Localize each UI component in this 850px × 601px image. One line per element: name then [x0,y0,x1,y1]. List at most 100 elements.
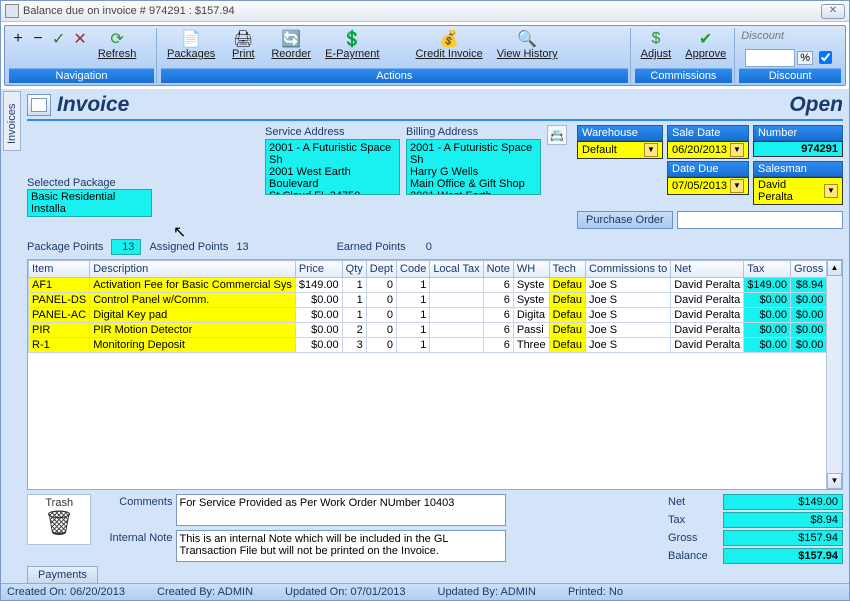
assigned-points-value: 13 [236,241,248,253]
ribbon: + − ✓ ✕ ⟳Refresh Navigation 📄Packages 🖨P… [4,25,846,86]
service-address[interactable]: 2001 - A Futuristic Space Sh 2001 West E… [265,139,400,195]
close-button[interactable]: ✕ [821,4,845,19]
x-icon: ✕ [73,30,86,48]
invoice-status: Open [789,93,843,117]
credit-icon: 💰 [439,30,459,48]
adjust-button[interactable]: $Adjust [635,28,678,62]
address-card-icon[interactable]: 📇 [547,125,567,145]
discount-group-label: Discount [739,68,841,83]
comments-label: Comments [97,494,172,508]
credit-invoice-button[interactable]: 💰Credit Invoice [409,28,488,62]
purchase-order-input[interactable] [677,211,843,229]
net-label: Net [668,496,723,508]
table-row[interactable]: PANEL-ACDigital Key pad$0.001016DigitaDe… [29,308,827,323]
discount-input[interactable] [745,49,795,67]
col-header[interactable]: Price [295,261,342,278]
chevron-down-icon: ▼ [644,143,658,157]
table-row[interactable]: AF1Activation Fee for Basic Commercial S… [29,278,827,293]
earned-points-value: 0 [426,241,432,253]
earned-points-label: Earned Points [337,241,406,253]
app-icon [5,4,19,18]
number-label: Number [753,125,843,141]
reorder-button[interactable]: 🔄Reorder [265,28,317,62]
col-header[interactable]: Item [29,261,90,278]
tax-value: $8.94 [723,512,843,528]
gross-value: $157.94 [723,530,843,546]
plus-icon: + [13,30,22,48]
nav-accept-button[interactable]: ✓ [49,28,68,50]
col-header[interactable]: WH [513,261,549,278]
sale-date-input[interactable]: 06/20/2013▼ [667,141,749,159]
col-header[interactable]: Tax [744,261,791,278]
status-printed: Printed: No [568,586,623,598]
refresh-icon: ⟳ [110,30,123,48]
billing-address-label: Billing Address [406,125,541,139]
scroll-down-icon[interactable]: ▼ [827,473,842,489]
col-header[interactable]: Description [90,261,296,278]
bottom-tabs: Payments [27,566,843,583]
date-due-label: Date Due [667,161,749,177]
scroll-up-icon[interactable]: ▲ [827,260,842,276]
date-due-input[interactable]: 07/05/2013▼ [667,177,749,195]
trash-icon: 🗑 [44,509,74,538]
table-row[interactable]: PIRPIR Motion Detector$0.002016PassiDefa… [29,323,827,338]
chevron-down-icon: ▼ [824,184,838,198]
history-icon: 🔍 [517,30,537,48]
trash-zone[interactable]: Trash 🗑 [27,494,91,545]
line-items-grid[interactable]: ItemDescriptionPriceQtyDeptCodeLocal Tax… [27,259,843,490]
status-created-by: Created By: ADMIN [157,586,253,598]
table-row[interactable]: PANEL-DSControl Panel w/Comm.$0.001016Sy… [29,293,827,308]
tax-label: Tax [668,514,723,526]
col-header[interactable]: Local Tax [430,261,483,278]
chevron-down-icon: ▼ [730,143,744,157]
minus-icon: − [33,30,42,48]
balance-label: Balance [668,550,723,562]
invoice-window: Balance due on invoice # 974291 : $157.9… [0,0,850,601]
assigned-points-label: Assigned Points [149,241,228,253]
package-points-value: 13 [111,239,141,255]
nav-group-label: Navigation [9,68,154,83]
col-header[interactable]: Code [397,261,430,278]
col-header[interactable]: Tech [549,261,585,278]
comments-input[interactable] [176,494,506,526]
epayment-button[interactable]: 💲E-Payment [319,28,385,62]
col-header[interactable]: Note [483,261,513,278]
col-header[interactable]: Dept [366,261,396,278]
view-history-button[interactable]: 🔍View History [491,28,564,62]
internal-note-input[interactable] [176,530,506,562]
status-created-on: Created On: 06/20/2013 [7,586,125,598]
status-updated-by: Updated By: ADMIN [438,586,536,598]
service-address-label: Service Address [265,125,400,139]
invoices-sidetab[interactable]: Invoices [3,91,21,151]
nav-remove-button[interactable]: − [29,28,47,50]
status-bar: Created On: 06/20/2013 Created By: ADMIN… [1,583,849,600]
titlebar[interactable]: Balance due on invoice # 974291 : $157.9… [1,1,849,22]
warehouse-select[interactable]: Default▼ [577,141,663,159]
selected-package-value[interactable]: Basic Residential Installa [27,189,152,217]
billing-address[interactable]: 2001 - A Futuristic Space Sh Harry G Wel… [406,139,541,195]
nav-cancel-button[interactable]: ✕ [70,28,89,50]
col-header[interactable]: Qty [342,261,366,278]
actions-group-label: Actions [161,68,628,83]
packages-icon: 📄 [181,30,201,48]
approve-button[interactable]: ✔Approve [679,28,732,62]
window-title: Balance due on invoice # 974291 : $157.9… [23,5,235,17]
approve-icon: ✔ [699,30,712,48]
packages-button[interactable]: 📄Packages [161,28,221,62]
col-header[interactable]: Commissions to [585,261,670,278]
salesman-select[interactable]: David Peralta▼ [753,177,843,205]
col-header[interactable]: Gross [791,261,826,278]
refresh-button[interactable]: ⟳Refresh [92,28,143,62]
nav-add-button[interactable]: + [9,28,27,50]
balance-value: $157.94 [723,548,843,564]
grid-scrollbar[interactable]: ▲ ▼ [826,260,842,489]
col-header[interactable]: Net [671,261,744,278]
table-row[interactable]: R-1Monitoring Deposit$0.003016ThreeDefau… [29,338,827,353]
internal-note-label: Internal Note [97,530,172,544]
discount-checkbox[interactable] [819,51,832,64]
purchase-order-button[interactable]: Purchase Order [577,211,673,229]
print-button[interactable]: 🖨Print [223,28,263,62]
tab-payments[interactable]: Payments [27,566,98,583]
discount-percent-button[interactable]: % [797,51,813,65]
chevron-down-icon: ▼ [730,179,744,193]
